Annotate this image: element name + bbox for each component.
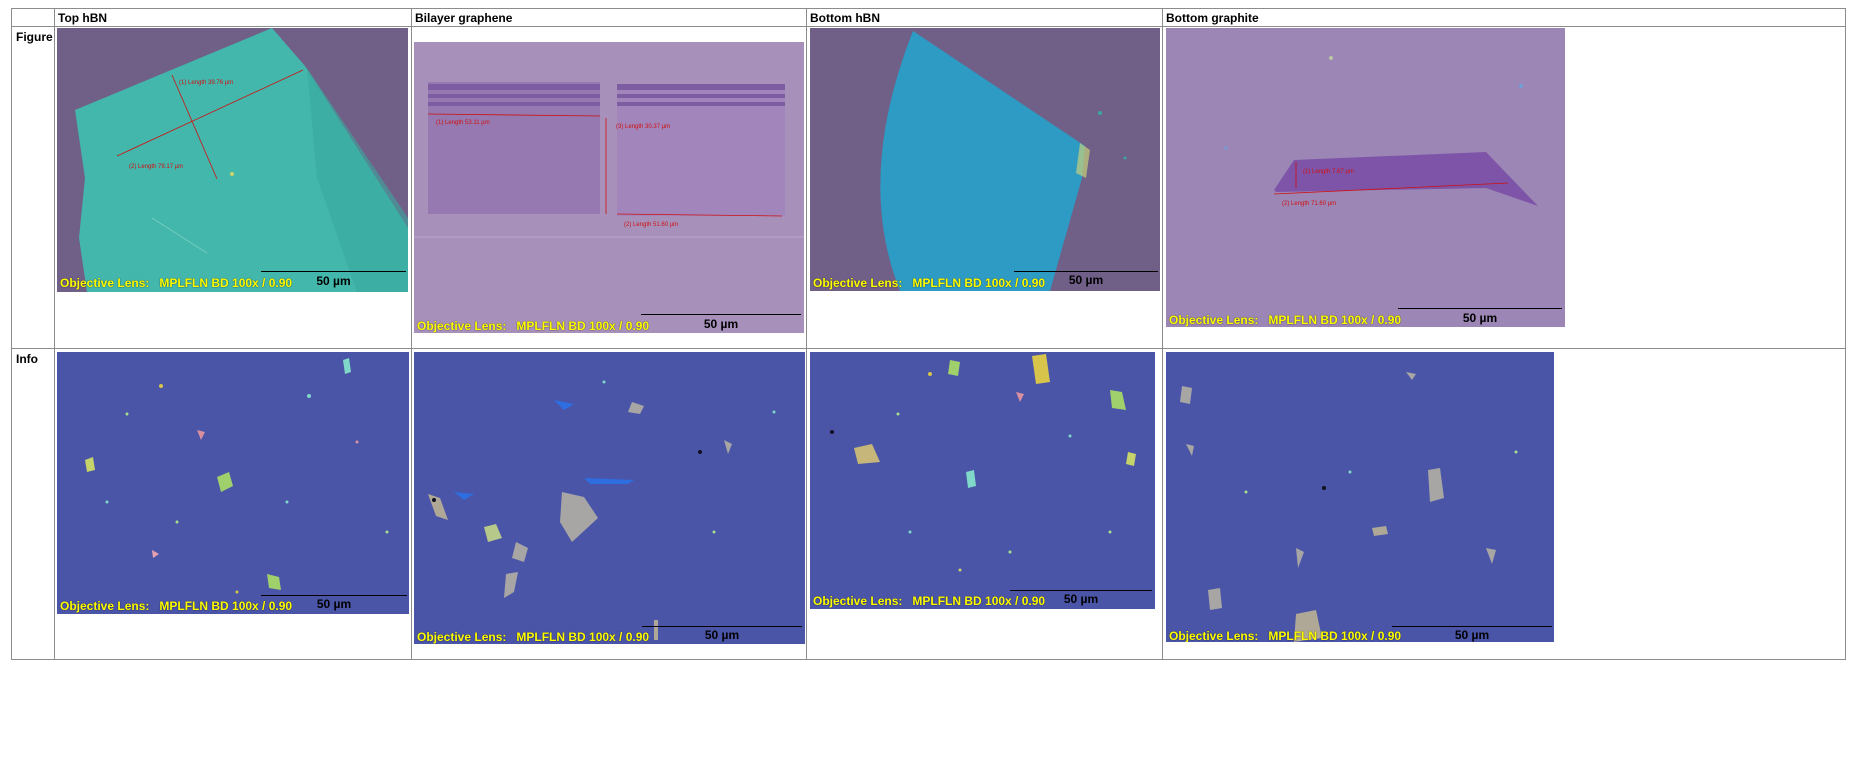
row-header-info: Info (16, 352, 38, 366)
objective-lens-label: Objective Lens: MPLFLN BD 100x / 0.90 (417, 630, 650, 644)
measurement-label: (2) Length 51.60 µm (624, 222, 679, 228)
scale-bar-label: 50 µm (316, 274, 351, 288)
bottom-graphite-figure-image: (1) Length 7.67 µm (2) Length 71.60 µm O… (1166, 28, 1565, 327)
bottom-graphite-overview-image: Objective Lens: MPLFLN BD 100x / 0.90 50 … (1166, 352, 1554, 642)
measurement-label: (1) Length 7.67 µm (1303, 169, 1354, 175)
objective-lens-label: Objective Lens: MPLFLN BD 100x / 0.90 (813, 276, 1046, 290)
scale-bar (1398, 308, 1562, 309)
top-hbn-overview-image: Objective Lens: MPLFLN BD 100x / 0.90 50 … (57, 352, 409, 614)
measurement-label: (2) Length 71.60 µm (1282, 201, 1337, 207)
objective-lens-label: Objective Lens: MPLFLN BD 100x / 0.90 (1169, 313, 1402, 327)
row-header-figure: Figure (16, 30, 53, 44)
scale-bar-label: 50 µm (1063, 592, 1099, 606)
column-header-bottom-graphite: Bottom graphite (1166, 11, 1259, 25)
scale-bar-label: 50 µm (1068, 273, 1104, 287)
objective-lens-label: Objective Lens: MPLFLN BD 100x / 0.90 (417, 319, 650, 333)
scale-bar-label: 50 µm (1462, 311, 1498, 325)
scale-bar (1014, 271, 1158, 272)
bottom-hbn-figure-image: Objective Lens: MPLFLN BD 100x / 0.90 50 … (810, 28, 1160, 291)
column-header-bottom-hbn: Bottom hBN (810, 11, 880, 25)
scale-bar (1392, 626, 1552, 627)
measurement-label: (1) Length 53.11 µm (436, 120, 490, 126)
bilayer-graphene-overview-image: Objective Lens: MPLFLN BD 100x / 0.90 50 … (414, 352, 805, 644)
scale-bar-label: 50 µm (1454, 628, 1490, 642)
measurement-label: (1) Length 39.76 µm (179, 80, 234, 86)
scale-bar (261, 271, 406, 272)
scale-bar (261, 595, 407, 596)
objective-lens-label: Objective Lens: MPLFLN BD 100x / 0.90 (60, 276, 293, 290)
measurement-label: (3) Length 30.37 µm (616, 124, 671, 130)
scale-bar (641, 314, 801, 315)
bilayer-graphene-figure-image: (1) Length 53.11 µm (3) Length 30.37 µm … (414, 42, 804, 333)
scale-bar-label: 50 µm (316, 597, 352, 611)
measurement-label: (2) Length 79.17 µm (129, 164, 184, 170)
scale-bar-label: 50 µm (703, 317, 739, 331)
scale-bar (642, 626, 802, 627)
column-header-top-hbn: Top hBN (58, 11, 108, 25)
scale-bar (1010, 590, 1152, 591)
top-hbn-figure-image: (1) Length 39.76 µm (2) Length 79.17 µm … (57, 28, 408, 292)
scale-bar-label: 50 µm (704, 628, 740, 642)
objective-lens-label: Objective Lens: MPLFLN BD 100x / 0.90 (60, 599, 293, 613)
column-header-bilayer-graphene: Bilayer graphene (415, 11, 513, 25)
bottom-hbn-overview-image: Objective Lens: MPLFLN BD 100x / 0.90 50 … (810, 352, 1155, 609)
objective-lens-label: Objective Lens: MPLFLN BD 100x / 0.90 (1169, 629, 1402, 642)
